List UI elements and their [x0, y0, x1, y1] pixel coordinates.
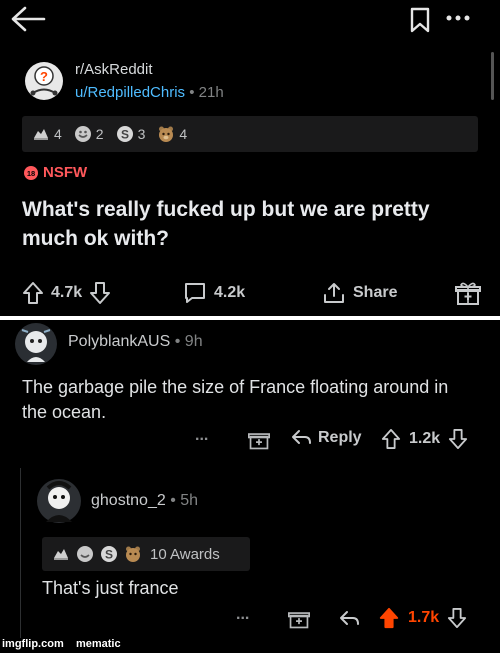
watermark: imgflip.com mematic: [2, 638, 121, 650]
downvote-icon[interactable]: [448, 428, 468, 450]
bookmark-icon[interactable]: [409, 7, 431, 33]
comment1-author[interactable]: PolyblankAUS: [68, 333, 170, 350]
upvote-icon[interactable]: [381, 428, 401, 450]
share-icon: [322, 281, 346, 305]
silver-award-icon: [76, 545, 94, 563]
meta-separator: •: [170, 492, 176, 509]
post-title[interactable]: What's really fucked up but we are prett…: [22, 195, 472, 253]
comments-button[interactable]: 4.2k: [183, 281, 245, 305]
comment2-author[interactable]: ghostno_2: [91, 492, 166, 509]
award-count: 4: [179, 126, 188, 142]
reply-icon: [290, 428, 312, 448]
gold-award-icon: S: [100, 545, 118, 563]
comment1-header: PolyblankAUS • 9h: [68, 333, 203, 351]
more-options-icon[interactable]: [446, 15, 470, 21]
svg-text:18: 18: [27, 169, 35, 178]
award-bear: 4: [157, 125, 187, 143]
award-wholesome: 4: [32, 125, 62, 143]
image-divider: [0, 316, 500, 320]
comment2-text: That's just france: [42, 578, 179, 598]
comment1-more-button[interactable]: ...: [195, 427, 208, 445]
comment2-awards-label: 10 Awards: [150, 545, 220, 563]
share-label: Share: [353, 284, 398, 301]
award-silver: 2: [74, 125, 104, 143]
wholesome-award-icon: [32, 125, 50, 143]
comment-count: 4.2k: [214, 284, 246, 301]
comment2-vote-count: 1.7k: [408, 609, 440, 626]
comment2-award-icon[interactable]: [288, 608, 310, 630]
bear-award-icon: [157, 125, 175, 143]
comment1-reply-button[interactable]: Reply: [290, 428, 362, 448]
bear-award-icon: [124, 545, 142, 563]
give-award-icon[interactable]: [455, 281, 481, 307]
post-age: 21h: [198, 84, 224, 101]
back-arrow-icon[interactable]: [10, 6, 46, 32]
award-count: 3: [137, 126, 146, 142]
scrollbar[interactable]: [491, 52, 494, 100]
reply-label: Reply: [318, 429, 362, 446]
post-awards[interactable]: 4 2 S 3 4: [22, 116, 478, 152]
comment1-text: The garbage pile the size of France floa…: [22, 377, 449, 422]
nsfw-icon: 18: [24, 165, 38, 180]
award-gold: S 3: [116, 125, 146, 143]
comment2-age: 5h: [180, 492, 199, 509]
downvote-icon[interactable]: [447, 607, 467, 629]
comment1-vote-count: 1.2k: [409, 430, 441, 447]
gold-award-icon: S: [116, 125, 134, 143]
comment1-vote-bar: 1.2k: [381, 428, 468, 450]
thread-line[interactable]: [20, 468, 21, 638]
comment2-more-button[interactable]: ...: [236, 606, 249, 624]
comment-icon: [183, 281, 207, 305]
svg-text:S: S: [121, 128, 129, 142]
comment2-avatar[interactable]: [36, 478, 82, 524]
meta-separator: •: [189, 84, 195, 101]
comment1-age: 9h: [184, 333, 203, 350]
post-vote-bar: 4.7k: [22, 281, 111, 305]
comment2-vote-bar: 1.7k: [378, 607, 467, 629]
post-author[interactable]: u/RedpilledChris: [75, 84, 185, 101]
downvote-icon[interactable]: [89, 281, 111, 305]
subreddit-name[interactable]: r/AskReddit: [75, 61, 153, 78]
comment2-awards[interactable]: S 10 Awards: [42, 537, 250, 571]
svg-text:S: S: [105, 548, 113, 562]
share-button[interactable]: Share: [322, 281, 397, 305]
post-panel: ? r/AskReddit u/RedpilledChris • 21h 4 2…: [0, 0, 500, 316]
award-count: 2: [95, 126, 104, 142]
wholesome-award-icon: [52, 545, 70, 563]
comment1-avatar[interactable]: [14, 322, 58, 366]
nsfw-label: NSFW: [43, 164, 88, 181]
nsfw-tag: 18 NSFW: [24, 164, 87, 181]
upvote-active-icon[interactable]: [378, 607, 400, 629]
comment1-award-icon[interactable]: [248, 429, 270, 451]
silver-award-icon: [74, 125, 92, 143]
subreddit-avatar-icon[interactable]: ?: [24, 61, 64, 101]
post-meta: u/RedpilledChris • 21h: [75, 84, 224, 101]
svg-text:?: ?: [40, 69, 48, 84]
comment2-header: ghostno_2 • 5h: [91, 492, 198, 510]
upvote-icon[interactable]: [22, 281, 44, 305]
post-vote-count: 4.7k: [51, 284, 83, 301]
comment2-reply-icon[interactable]: [338, 609, 360, 629]
award-count: 4: [54, 126, 62, 142]
meta-separator: •: [174, 333, 181, 350]
